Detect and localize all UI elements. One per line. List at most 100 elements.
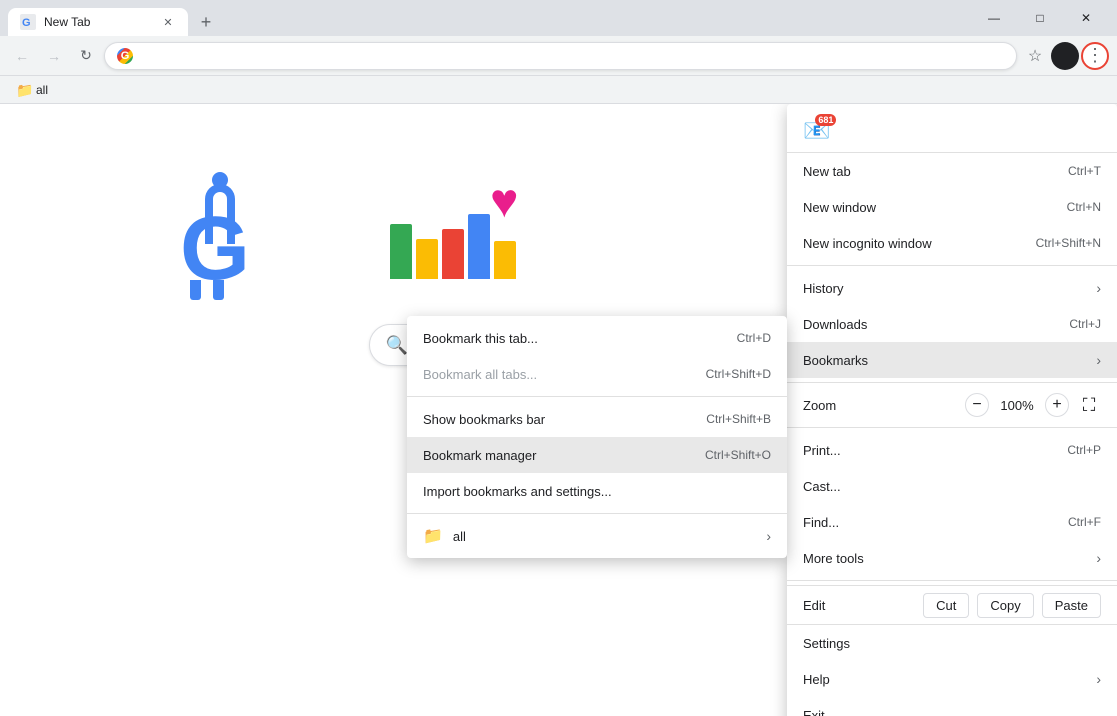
bookmarks-submenu: Bookmark this tab... Ctrl+D Bookmark all… xyxy=(407,316,787,558)
window-controls: — □ ✕ xyxy=(971,0,1109,36)
maximize-button[interactable]: □ xyxy=(1017,0,1063,36)
menu-item-new-window-label: New window xyxy=(803,200,876,215)
menu-item-incognito-label: New incognito window xyxy=(803,236,932,251)
submenu-item-all-folder[interactable]: 📁 all › xyxy=(407,518,787,554)
doodle-person-arc xyxy=(205,184,235,244)
close-button[interactable]: ✕ xyxy=(1063,0,1109,36)
zoom-plus-button[interactable]: + xyxy=(1045,393,1069,417)
submenu-item-manager-left: Bookmark manager xyxy=(423,448,536,463)
doodle-person-head xyxy=(212,172,228,188)
active-tab[interactable]: G New Tab ✕ xyxy=(8,8,188,36)
submenu-item-bookmark-tab[interactable]: Bookmark this tab... Ctrl+D xyxy=(407,320,787,356)
doodle-legs xyxy=(190,280,224,300)
menu-item-new-tab-shortcut: Ctrl+T xyxy=(1068,164,1101,178)
folder-icon: 📁 xyxy=(16,82,32,98)
star-button[interactable]: ☆ xyxy=(1021,42,1049,70)
chrome-menu-button[interactable]: ⋮ xyxy=(1081,42,1109,70)
menu-item-new-window-shortcut: Ctrl+N xyxy=(1067,200,1101,214)
zoom-minus-button[interactable]: − xyxy=(965,393,989,417)
menu-item-cast-label: Cast... xyxy=(803,479,841,494)
submenu-item-bookmark-tab-left: Bookmark this tab... xyxy=(423,331,538,346)
tab-close-button[interactable]: ✕ xyxy=(160,14,176,30)
submenu-item-bookmark-all-tabs-label: Bookmark all tabs... xyxy=(423,367,537,382)
menu-item-history-label: History xyxy=(803,281,843,296)
avatar-button[interactable] xyxy=(1051,42,1079,70)
submenu-item-show-bar-shortcut: Ctrl+Shift+B xyxy=(706,412,771,426)
history-arrow-icon: › xyxy=(1096,280,1101,296)
menu-item-incognito-shortcut: Ctrl+Shift+N xyxy=(1036,236,1101,250)
menu-item-exit[interactable]: Exit xyxy=(787,697,1117,716)
menu-item-more-tools[interactable]: More tools › xyxy=(787,540,1117,576)
menu-divider-2 xyxy=(787,382,1117,383)
toolbar-icons: ☆ ⋮ xyxy=(1021,42,1109,70)
menu-item-settings-label: Settings xyxy=(803,636,850,651)
refresh-button[interactable]: ↻ xyxy=(72,42,100,70)
bookmarks-arrow-icon: › xyxy=(1096,352,1101,368)
menu-item-downloads[interactable]: Downloads Ctrl+J xyxy=(787,306,1117,342)
submenu-divider-1 xyxy=(407,396,787,397)
edit-label: Edit xyxy=(803,598,915,613)
zoom-controls: − 100% + ⛶ xyxy=(965,393,1101,417)
google-doodle-blocks xyxy=(390,214,516,279)
menu-item-help[interactable]: Help › xyxy=(787,661,1117,697)
submenu-item-all-folder-label: all xyxy=(453,529,466,544)
help-arrow-icon: › xyxy=(1096,671,1101,687)
chrome-menu: 📧 681 New tab Ctrl+T New window Ctrl+N N… xyxy=(787,104,1117,716)
submenu-item-bookmark-all-tabs-shortcut: Ctrl+Shift+D xyxy=(706,367,771,381)
submenu-item-all-folder-left: 📁 all xyxy=(423,526,466,546)
paste-button[interactable]: Paste xyxy=(1042,593,1101,618)
copy-button[interactable]: Copy xyxy=(977,593,1033,618)
menu-item-find-shortcut: Ctrl+F xyxy=(1068,515,1101,529)
menu-item-downloads-label: Downloads xyxy=(803,317,867,332)
fullscreen-button[interactable]: ⛶ xyxy=(1077,393,1101,417)
address-input[interactable] xyxy=(141,48,1004,63)
tab-title: New Tab xyxy=(44,15,152,29)
menu-item-cast[interactable]: Cast... xyxy=(787,468,1117,504)
menu-item-find[interactable]: Find... Ctrl+F xyxy=(787,504,1117,540)
tab-favicon: G xyxy=(20,14,36,30)
menu-divider-4 xyxy=(787,580,1117,581)
submenu-item-import[interactable]: Import bookmarks and settings... xyxy=(407,473,787,509)
submenu-item-manager-shortcut: Ctrl+Shift+O xyxy=(705,448,771,462)
back-button[interactable]: ← xyxy=(8,42,36,70)
forward-button[interactable]: → xyxy=(40,42,68,70)
menu-item-bookmarks[interactable]: Bookmarks › xyxy=(787,342,1117,378)
menu-item-history[interactable]: History › xyxy=(787,270,1117,306)
submenu-item-import-label: Import bookmarks and settings... xyxy=(423,484,612,499)
menu-item-new-window[interactable]: New window Ctrl+N xyxy=(787,189,1117,225)
tab-area: G New Tab ✕ + xyxy=(8,0,220,36)
edit-row: Edit Cut Copy Paste xyxy=(787,585,1117,625)
menu-item-print-shortcut: Ctrl+P xyxy=(1067,443,1101,457)
address-bar[interactable]: G xyxy=(104,42,1017,70)
main-content: ♥ G 🔍 Search Google or type a URL + xyxy=(0,104,1117,716)
submenu-divider-2 xyxy=(407,513,787,514)
menu-divider-3 xyxy=(787,427,1117,428)
zoom-label: Zoom xyxy=(803,398,836,413)
bookmarks-bar-item-all[interactable]: 📁 all xyxy=(8,80,56,100)
google-g-icon: G xyxy=(117,48,133,64)
menu-item-exit-label: Exit xyxy=(803,708,825,716)
zoom-value-display: 100% xyxy=(997,398,1037,413)
submenu-item-manager[interactable]: Bookmark manager Ctrl+Shift+O xyxy=(407,437,787,473)
submenu-item-bookmark-all-tabs[interactable]: Bookmark all tabs... Ctrl+Shift+D xyxy=(407,356,787,392)
menu-item-settings[interactable]: Settings xyxy=(787,625,1117,661)
svg-text:G: G xyxy=(22,17,31,29)
menu-item-incognito[interactable]: New incognito window Ctrl+Shift+N xyxy=(787,225,1117,261)
gmail-icon: 📧 681 xyxy=(803,118,830,144)
gmail-badge: 681 xyxy=(815,114,836,126)
new-tab-button[interactable]: + xyxy=(192,8,220,36)
minimize-button[interactable]: — xyxy=(971,0,1017,36)
all-folder-arrow-icon: › xyxy=(766,528,771,544)
menu-item-new-tab[interactable]: New tab Ctrl+T xyxy=(787,153,1117,189)
submenu-item-show-bar-label: Show bookmarks bar xyxy=(423,412,545,427)
more-tools-arrow-icon: › xyxy=(1096,550,1101,566)
submenu-item-show-bar[interactable]: Show bookmarks bar Ctrl+Shift+B xyxy=(407,401,787,437)
menu-item-more-tools-label: More tools xyxy=(803,551,864,566)
bookmarks-bar-item-label: all xyxy=(36,83,48,97)
search-icon: 🔍 xyxy=(386,335,408,356)
menu-item-print[interactable]: Print... Ctrl+P xyxy=(787,432,1117,468)
submenu-item-bookmark-all-tabs-left: Bookmark all tabs... xyxy=(423,367,537,382)
submenu-item-import-left: Import bookmarks and settings... xyxy=(423,484,612,499)
cut-button[interactable]: Cut xyxy=(923,593,969,618)
submenu-item-bookmark-tab-label: Bookmark this tab... xyxy=(423,331,538,346)
